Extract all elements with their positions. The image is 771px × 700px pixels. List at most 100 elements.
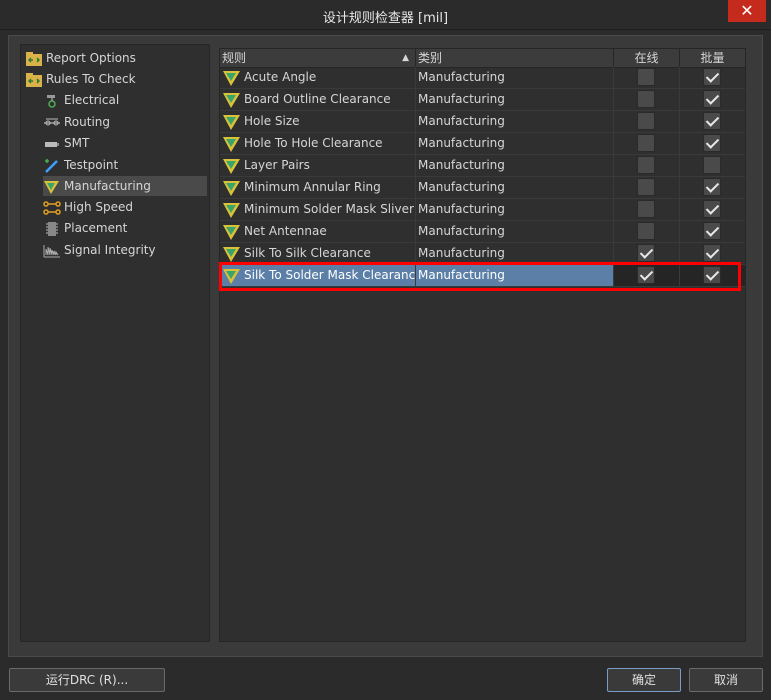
online-checkbox[interactable] — [637, 244, 655, 262]
batch-cell — [680, 67, 745, 88]
tree-item-electrical[interactable]: Electrical — [43, 90, 207, 110]
smt-icon — [45, 141, 59, 147]
table-row[interactable]: Board Outline Clearance Manufacturing — [220, 89, 745, 111]
table-row[interactable]: Layer Pairs Manufacturing — [220, 155, 745, 177]
rule-name-cell: Silk To Silk Clearance — [220, 243, 416, 264]
rule-name-cell: Silk To Solder Mask Clearance — [220, 265, 416, 286]
batch-checkbox[interactable] — [703, 134, 721, 152]
batch-checkbox[interactable] — [703, 156, 721, 174]
online-checkbox[interactable] — [637, 134, 655, 152]
ok-button[interactable]: 确定 — [607, 668, 681, 692]
batch-checkbox[interactable] — [703, 90, 721, 108]
category-cell: Manufacturing — [416, 111, 614, 132]
online-checkbox[interactable] — [637, 90, 655, 108]
online-checkbox[interactable] — [637, 222, 655, 240]
tree-item-rules-to-check[interactable]: Rules To Check — [25, 69, 207, 89]
table-row[interactable]: Minimum Solder Mask Sliver Manufacturing — [220, 199, 745, 221]
batch-cell — [680, 89, 745, 110]
close-icon: ✕ — [740, 1, 754, 20]
category-cell: Manufacturing — [416, 199, 614, 220]
online-cell — [614, 89, 680, 110]
table-row[interactable]: Hole To Hole Clearance Manufacturing — [220, 133, 745, 155]
rule-name-cell: Hole To Hole Clearance — [220, 133, 416, 154]
column-header-online[interactable]: 在线 — [614, 49, 680, 67]
tree-item-label: Routing — [64, 115, 111, 129]
table-row[interactable]: Hole Size Manufacturing — [220, 111, 745, 133]
tree-item-routing[interactable]: Routing — [43, 112, 207, 132]
manufacturing-rule-icon — [223, 71, 240, 86]
tree-item-high-speed[interactable]: High Speed — [43, 197, 207, 217]
manufacturing-icon — [44, 180, 59, 194]
batch-checkbox[interactable] — [703, 68, 721, 86]
manufacturing-rule-icon — [223, 93, 240, 108]
category-cell: Manufacturing — [416, 133, 614, 154]
batch-cell — [680, 133, 745, 154]
online-cell — [614, 111, 680, 132]
folder-arrows-icon — [26, 51, 42, 66]
category-cell: Manufacturing — [416, 221, 614, 242]
table-row[interactable]: Minimum Annular Ring Manufacturing — [220, 177, 745, 199]
rule-name-cell: Board Outline Clearance — [220, 89, 416, 110]
table-row[interactable]: Net Antennae Manufacturing — [220, 221, 745, 243]
table-row[interactable]: Acute Angle Manufacturing — [220, 67, 745, 89]
online-checkbox[interactable] — [637, 112, 655, 130]
online-checkbox[interactable] — [637, 156, 655, 174]
online-cell — [614, 199, 680, 220]
rule-name-cell: Minimum Annular Ring — [220, 177, 416, 198]
tree-item-placement[interactable]: Placement — [43, 218, 207, 238]
manufacturing-rule-icon — [223, 247, 240, 262]
cancel-button[interactable]: 取消 — [689, 668, 763, 692]
online-checkbox[interactable] — [637, 200, 655, 218]
rule-name-cell: Net Antennae — [220, 221, 416, 242]
batch-checkbox[interactable] — [703, 266, 721, 284]
folder-arrows-icon — [26, 72, 42, 87]
run-drc-button[interactable]: 运行DRC (R)... — [9, 668, 165, 692]
batch-cell — [680, 243, 745, 264]
tree-item-label: Signal Integrity — [64, 243, 156, 257]
tree-item-smt[interactable]: SMT — [43, 133, 207, 153]
batch-checkbox[interactable] — [703, 200, 721, 218]
electrical-icon — [47, 94, 56, 108]
table-row[interactable]: Silk To Silk Clearance Manufacturing — [220, 243, 745, 265]
routing-icon — [44, 118, 60, 125]
online-cell — [614, 67, 680, 88]
tree-item-label: Rules To Check — [46, 72, 136, 86]
rule-name-cell: Hole Size — [220, 111, 416, 132]
testpoint-icon — [45, 158, 58, 173]
table-header: 规则 ▲ 类别 在线 批量 — [220, 49, 745, 68]
online-checkbox[interactable] — [637, 266, 655, 284]
online-cell — [614, 221, 680, 242]
category-cell: Manufacturing — [416, 243, 614, 264]
close-button[interactable]: ✕ — [728, 0, 766, 22]
title-bar: 设计规则检查器 [mil] ✕ — [0, 0, 771, 30]
column-header-batch[interactable]: 批量 — [680, 49, 745, 67]
tree-item-report-options[interactable]: Report Options — [25, 48, 207, 68]
online-cell — [614, 155, 680, 176]
tree-item-label: Testpoint — [64, 158, 119, 172]
tree-item-testpoint[interactable]: Testpoint — [43, 155, 207, 175]
online-checkbox[interactable] — [637, 68, 655, 86]
tree-item-label: Manufacturing — [64, 179, 151, 193]
online-cell — [614, 177, 680, 198]
batch-checkbox[interactable] — [703, 222, 721, 240]
manufacturing-rule-icon — [223, 159, 240, 174]
category-cell: Manufacturing — [416, 89, 614, 110]
tree-item-label: High Speed — [64, 200, 134, 214]
batch-checkbox[interactable] — [703, 244, 721, 262]
column-header-rule[interactable]: 规则 ▲ — [220, 49, 416, 67]
tree-item-manufacturing[interactable]: Manufacturing — [43, 176, 207, 196]
high-speed-icon — [43, 200, 61, 215]
online-cell — [614, 133, 680, 154]
batch-checkbox[interactable] — [703, 178, 721, 196]
table-row[interactable]: Silk To Solder Mask Clearance Manufacturi… — [220, 265, 745, 287]
online-cell — [614, 243, 680, 264]
rule-category-tree: Report Options Rules To Check Electrical… — [20, 44, 210, 642]
online-checkbox[interactable] — [637, 178, 655, 196]
category-cell: Manufacturing — [416, 67, 614, 88]
rule-name-cell: Acute Angle — [220, 67, 416, 88]
online-cell — [614, 265, 680, 286]
window-title: 设计规则检查器 [mil] — [322, 11, 449, 26]
tree-item-signal-integrity[interactable]: Signal Integrity — [43, 240, 207, 260]
batch-checkbox[interactable] — [703, 112, 721, 130]
column-header-category[interactable]: 类别 — [416, 49, 614, 67]
